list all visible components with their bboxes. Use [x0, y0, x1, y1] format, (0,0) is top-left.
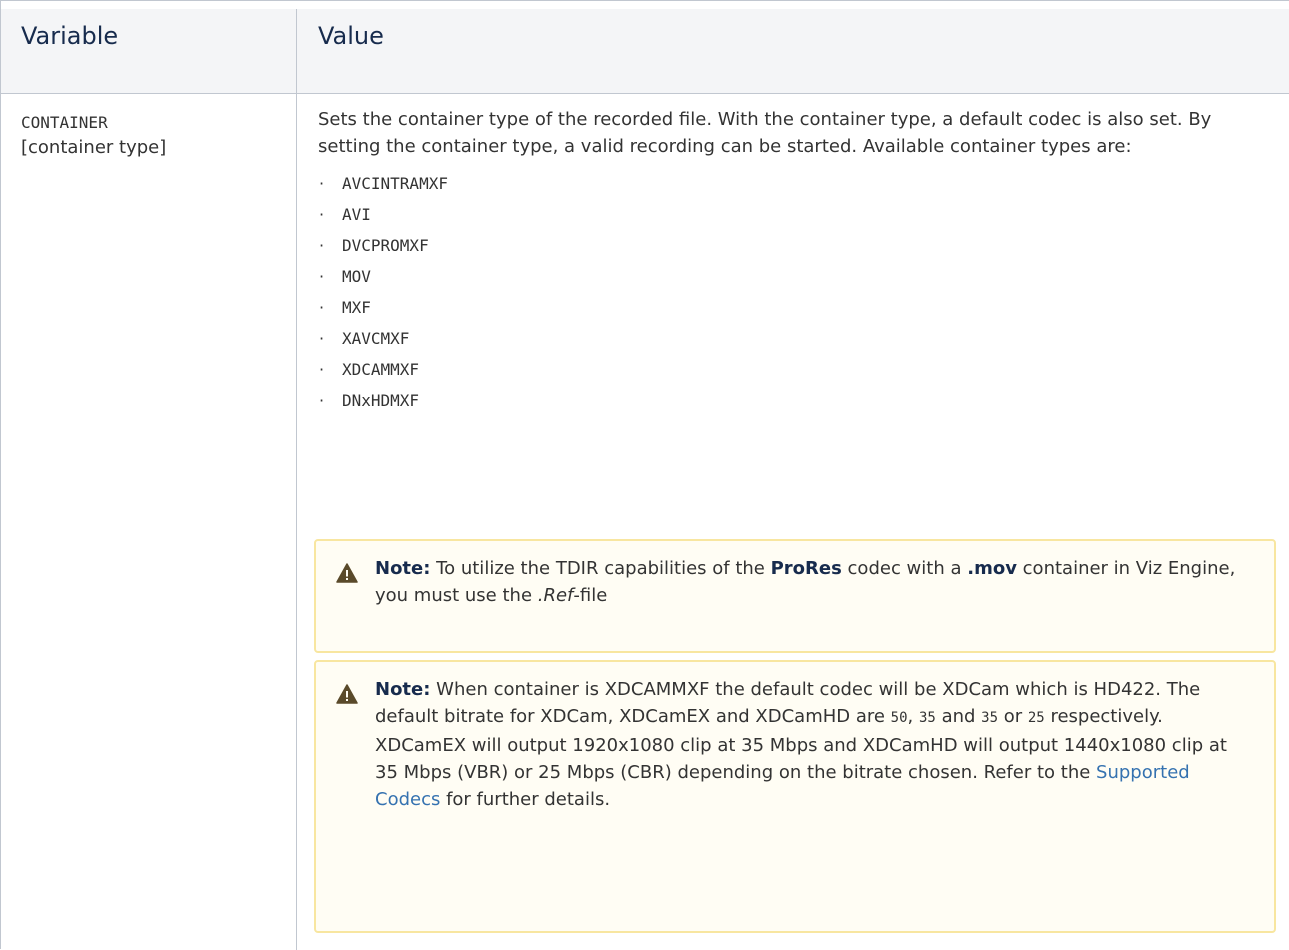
bullet-icon: · [319, 391, 325, 410]
value-cell: Sets the container type of the recorded … [297, 93, 1289, 950]
header-value-label: Value [318, 22, 384, 50]
note-xdcam-text: Note: When container is XDCAMMXF the def… [375, 676, 1245, 813]
header-cell-variable: Variable [1, 9, 297, 93]
bullet-icon: · [319, 174, 325, 193]
note-text-segment: codec with a [841, 558, 968, 579]
header-cell-value: Value [297, 9, 1289, 93]
header-cell-value-bg [309, 21, 1279, 81]
note-prores: Note: To utilize the TDIR capabilities o… [314, 539, 1276, 653]
warning-icon [336, 684, 358, 704]
note-text-segment: for further details. [440, 789, 611, 810]
mov-extension: .mov [967, 558, 1017, 579]
note-label: Note: [375, 679, 431, 700]
container-type: AVI [342, 205, 371, 224]
bitrate-value: 35 [918, 710, 936, 726]
warning-icon [336, 563, 358, 583]
note-label: Note: [375, 558, 431, 579]
container-type: XAVCMXF [342, 329, 410, 348]
list-item: · AVCINTRAMXF [318, 168, 1289, 199]
prores-codec-name: ProRes [770, 558, 842, 579]
note-text-segment: and [935, 706, 982, 727]
note-text-segment: , [907, 706, 919, 727]
bullet-icon: · [319, 298, 325, 317]
ref-file-name: .Ref [537, 585, 574, 606]
variable-code: CONTAINER [21, 113, 108, 132]
bullet-icon: · [319, 360, 325, 379]
variable-description: [container type] [21, 137, 167, 158]
note-xdcam: Note: When container is XDCAMMXF the def… [314, 660, 1276, 933]
bitrate-value: 50 [890, 710, 908, 726]
list-item: · XDCAMMXF [318, 354, 1289, 385]
bullet-icon: · [319, 236, 325, 255]
container-type: XDCAMMXF [342, 360, 420, 379]
bullet-icon: · [319, 267, 325, 286]
container-type: AVCINTRAMXF [342, 174, 448, 193]
bullet-icon: · [319, 205, 325, 224]
bitrate-value: 25 [1027, 710, 1045, 726]
variables-table: Variable Value CONTAINER [container type… [0, 0, 1289, 950]
list-item: · MXF [318, 292, 1289, 323]
note-text-segment: -file [573, 585, 608, 606]
note-text-segment: or [998, 706, 1028, 727]
bitrate-value: 35 [981, 710, 999, 726]
list-item: · XAVCMXF [318, 323, 1289, 354]
container-description: Sets the container type of the recorded … [318, 109, 1212, 157]
variable-cell: CONTAINER [container type] [1, 93, 297, 950]
list-item: · DNxHDMXF [318, 385, 1289, 416]
list-item: · AVI [318, 199, 1289, 230]
table-row: CONTAINER [container type] Sets the cont… [1, 93, 1289, 950]
list-item: · MOV [318, 261, 1289, 292]
container-type: MOV [342, 267, 371, 286]
header-variable-label: Variable [21, 22, 119, 50]
bullet-icon: · [319, 329, 325, 348]
container-type-list: · AVCINTRAMXF · AVI · DVCPROMXF · MOV · MXF ·… [318, 168, 1289, 416]
container-type: DNxHDMXF [342, 391, 420, 410]
container-type: MXF [342, 298, 371, 317]
note-text-segment: To utilize the TDIR capabilities of the [430, 558, 771, 579]
note-prores-text: Note: To utilize the TDIR capabilities o… [375, 555, 1245, 609]
list-item: · DVCPROMXF [318, 230, 1289, 261]
table-header-row: Variable Value [1, 9, 1289, 94]
container-type: DVCPROMXF [342, 236, 429, 255]
